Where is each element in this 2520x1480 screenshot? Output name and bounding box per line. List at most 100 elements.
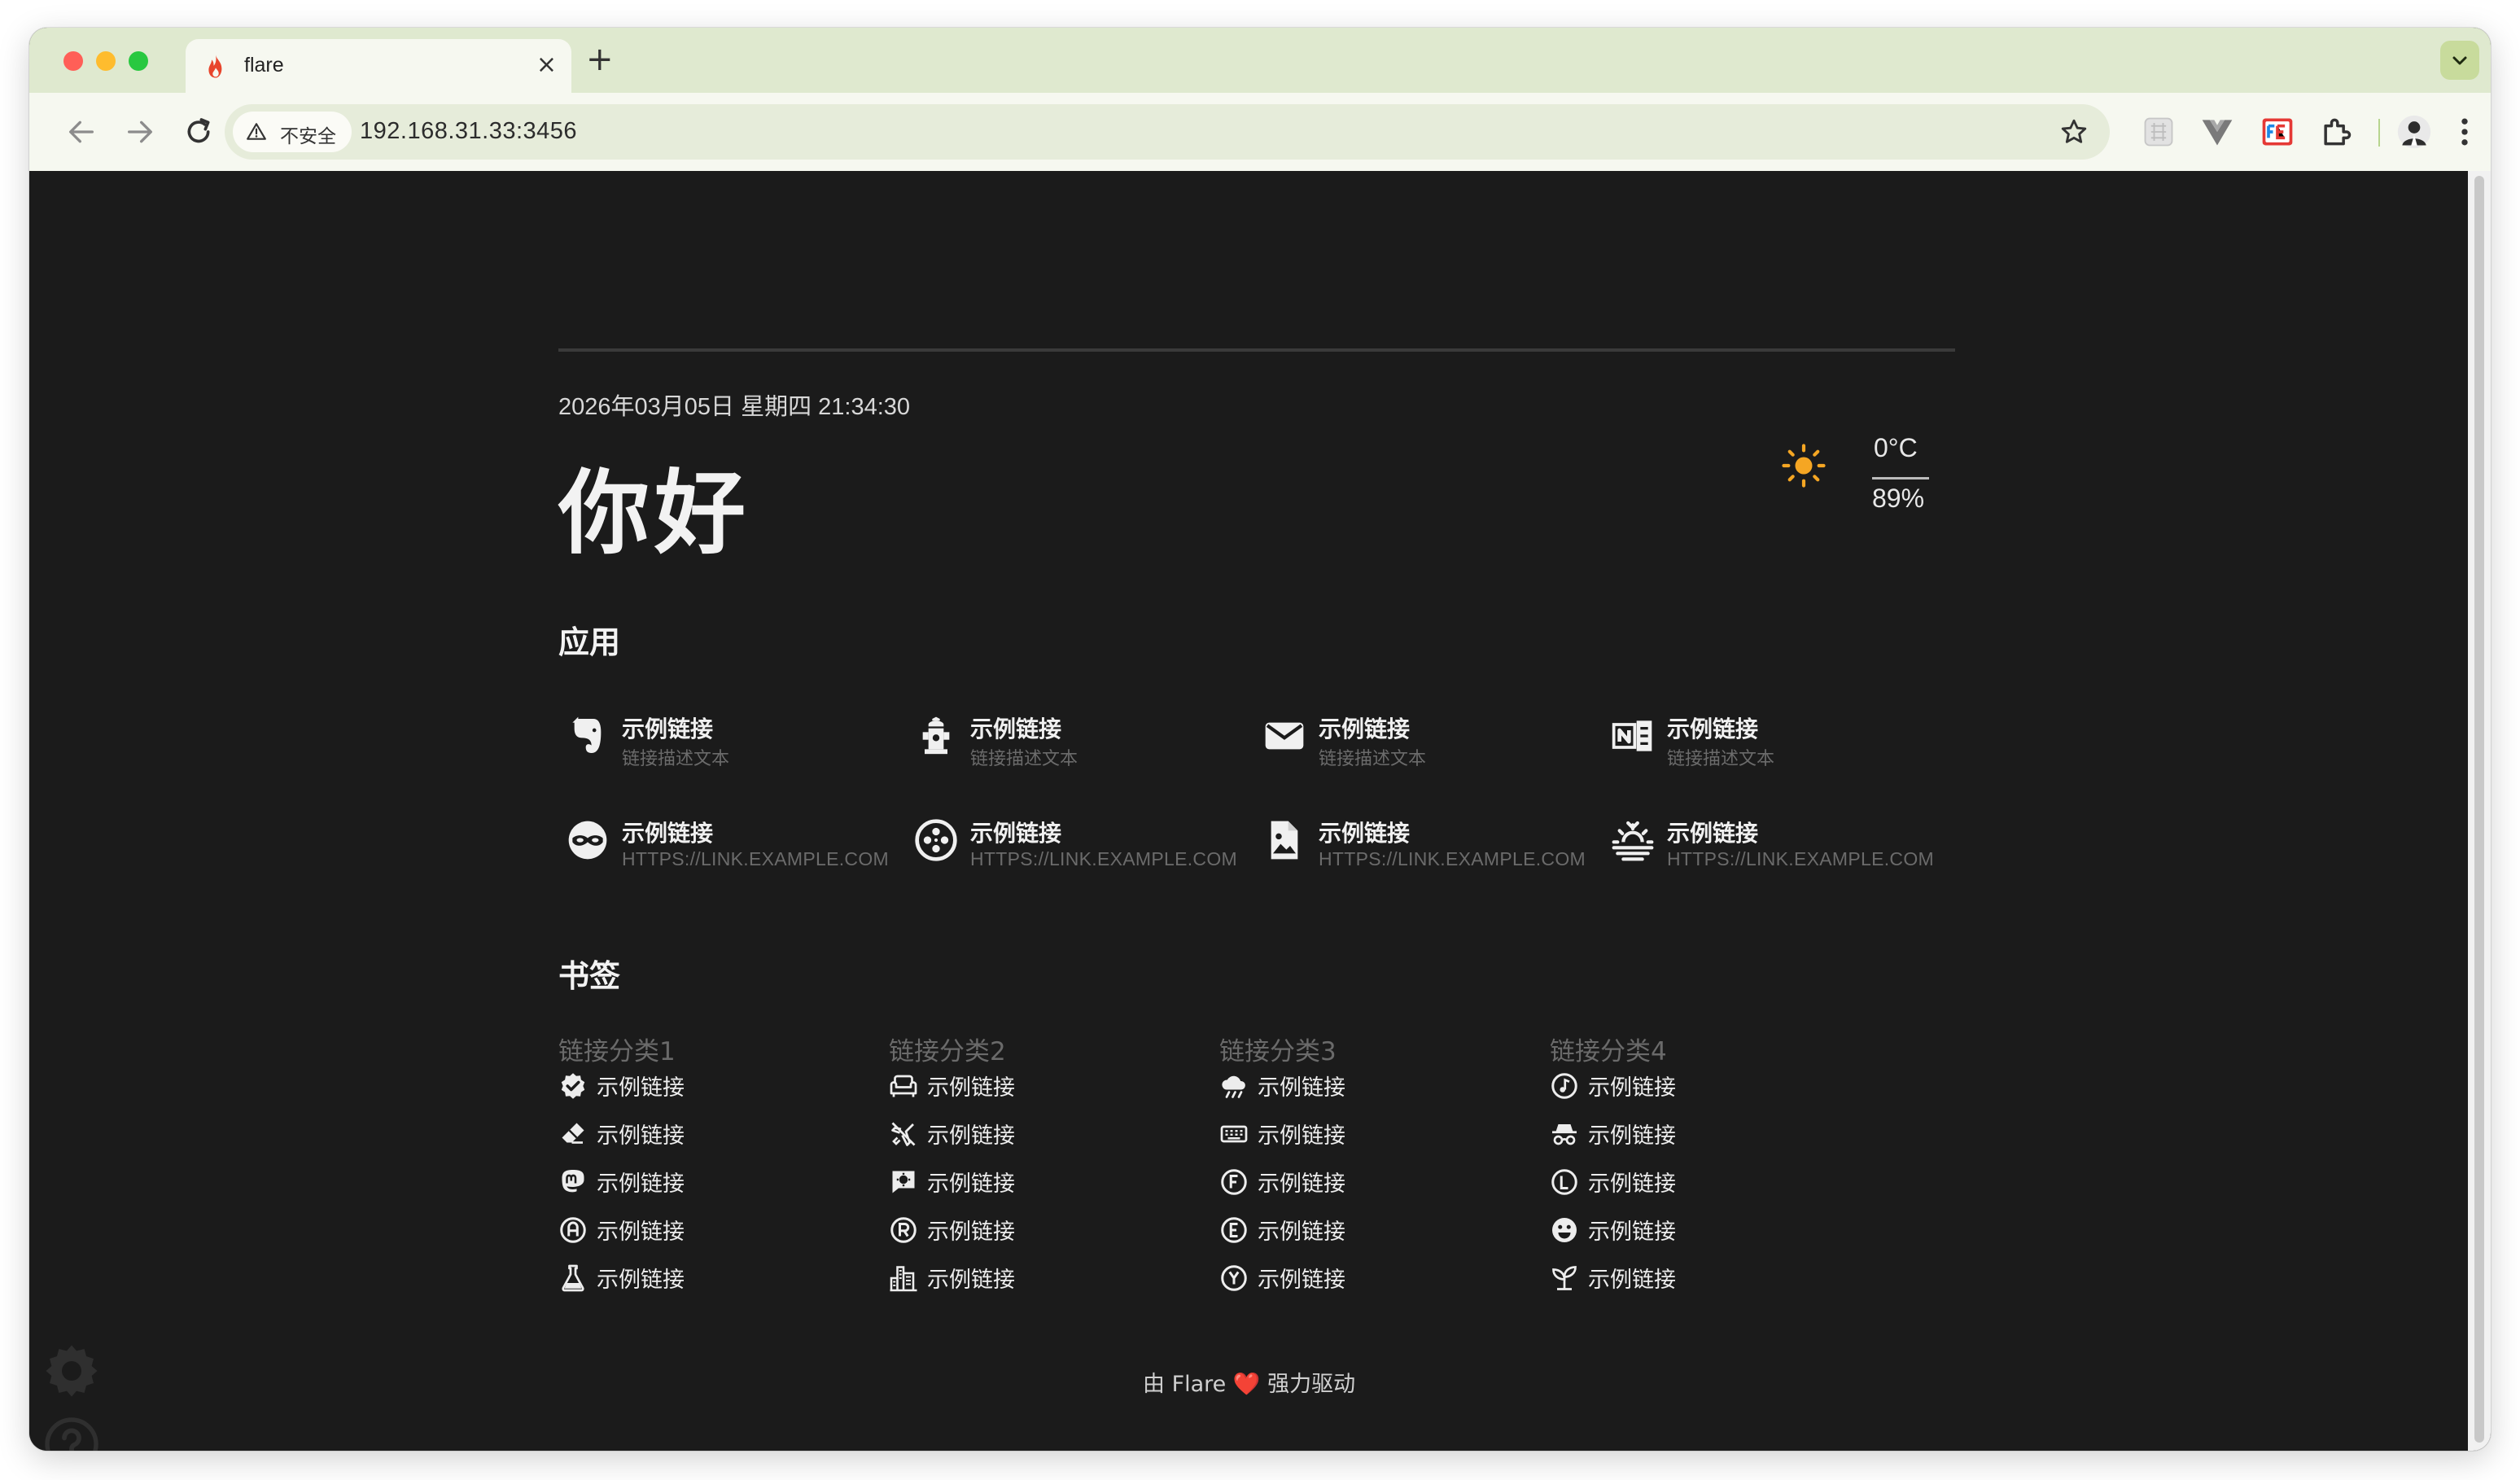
sun-icon (1782, 444, 1826, 488)
profile-avatar[interactable] (2396, 114, 2432, 150)
alpha-l-circle-icon (1551, 1169, 1577, 1195)
more-menu-icon[interactable] (2455, 114, 2474, 150)
bookmark-link[interactable]: 示例链接 (1550, 1116, 1867, 1164)
weather-divider (1872, 477, 1929, 479)
app-link[interactable]: 示例链接 链接描述文本 (1603, 712, 1945, 785)
app-link-desc: 链接描述文本 (1667, 749, 1775, 769)
app-link[interactable]: 示例链接 链接描述文本 (1255, 712, 1597, 785)
bookmark-link[interactable]: 示例链接 (1550, 1068, 1867, 1116)
vue-devtools-icon[interactable] (2199, 114, 2235, 150)
music-circle-icon (1551, 1073, 1577, 1099)
new-tab-button[interactable]: + (586, 39, 614, 80)
image-file-icon (1271, 821, 1298, 860)
tab-flare[interactable]: flare × (186, 39, 571, 93)
bookmarks-section-title: 书签 (558, 958, 621, 994)
emoticon-icon (1552, 1218, 1577, 1242)
bookmark-link[interactable]: 示例链接 (1219, 1164, 1537, 1212)
app-link[interactable]: 示例链接 HTTPS://LINK.EXAMPLE.COM (907, 816, 1249, 889)
bookmark-label: 示例链接 (1588, 1268, 1676, 1293)
tab-search-button[interactable] (2440, 41, 2479, 80)
app-link-name: 示例链接 (1667, 820, 1759, 847)
bookmark-link[interactable]: 示例链接 (889, 1164, 1206, 1212)
bookmark-category: 链接分类2 示例链接 示例链接 示例链接 示例链接 示例链接 (889, 1031, 1206, 1308)
bookmark-label: 示例链接 (1258, 1268, 1345, 1293)
tab-strip: flare × + (29, 28, 2491, 93)
bookmark-label: 示例链接 (597, 1075, 685, 1101)
app-link[interactable]: 示例链接 链接描述文本 (907, 712, 1249, 785)
bookmark-label: 示例链接 (597, 1123, 685, 1149)
maximize-window-button[interactable] (129, 51, 148, 71)
back-arrow-icon[interactable] (65, 116, 98, 148)
address-bar[interactable]: 不安全 192.168.31.33:3456 (225, 104, 2110, 160)
app-link-url: HTTPS://LINK.EXAMPLE.COM (970, 848, 1237, 869)
app-link-desc: 链接描述文本 (970, 749, 1078, 769)
bookmark-label: 示例链接 (597, 1268, 685, 1293)
bookmark-link[interactable]: 示例链接 (1550, 1260, 1867, 1308)
help-circle-icon[interactable] (42, 1415, 101, 1451)
bookmark-link[interactable]: 示例链接 (1550, 1164, 1867, 1212)
app-link[interactable]: 示例链接 HTTPS://LINK.EXAMPLE.COM (1255, 816, 1597, 889)
bookmark-label: 示例链接 (927, 1219, 1015, 1245)
bookmark-category-title: 链接分类3 (1219, 1037, 1337, 1066)
close-window-button[interactable] (63, 51, 83, 71)
forward-arrow-icon[interactable] (124, 116, 156, 148)
top-divider (558, 348, 1955, 352)
apps-section-title: 应用 (558, 624, 621, 660)
extension-grid-icon[interactable] (2141, 114, 2177, 150)
bookmark-link[interactable]: 示例链接 (1219, 1260, 1537, 1308)
bookmark-link[interactable]: 示例链接 (1219, 1068, 1537, 1116)
bookmark-link[interactable]: 示例链接 (558, 1260, 876, 1308)
bookmark-link[interactable]: 示例链接 (558, 1116, 876, 1164)
bookmark-link[interactable]: 示例链接 (1219, 1116, 1537, 1164)
eraser-icon (562, 1123, 584, 1144)
tab-close-button[interactable]: × (536, 50, 557, 80)
security-chip[interactable]: 不安全 (233, 112, 352, 152)
security-label: 不安全 (280, 126, 336, 147)
alpha-a-circle-icon (560, 1217, 586, 1243)
bookmark-label: 示例链接 (927, 1268, 1015, 1293)
bookmark-link[interactable]: 示例链接 (889, 1116, 1206, 1164)
scrollbar-thumb[interactable] (2474, 176, 2484, 1443)
footer: 由 Flare ❤️ 强力驱动 (1143, 1366, 1355, 1398)
app-link-url: HTTPS://LINK.EXAMPLE.COM (1319, 848, 1586, 869)
app-link-name: 示例链接 (1319, 716, 1411, 742)
footer-suffix: 强力驱动 (1267, 1372, 1356, 1397)
bookmark-label: 示例链接 (1588, 1171, 1676, 1197)
extensions-puzzle-icon[interactable] (2318, 114, 2354, 150)
bookmark-link[interactable]: 示例链接 (889, 1260, 1206, 1308)
weather-rainy-icon (1222, 1075, 1245, 1098)
footer-prefix[interactable]: 由 Flare (1143, 1372, 1226, 1397)
app-link[interactable]: 示例链接 HTTPS://LINK.EXAMPLE.COM (558, 816, 900, 889)
sofa-icon (890, 1075, 917, 1097)
minimize-window-button[interactable] (96, 51, 116, 71)
city-icon (890, 1266, 917, 1292)
bookmark-link[interactable]: 示例链接 (558, 1068, 876, 1116)
app-link-name: 示例链接 (622, 820, 714, 847)
onenote-icon (1612, 720, 1652, 751)
bookmark-link[interactable]: 示例链接 (889, 1068, 1206, 1116)
bookmark-star-icon[interactable] (2059, 117, 2089, 147)
app-link[interactable]: 示例链接 HTTPS://LINK.EXAMPLE.COM (1603, 816, 1945, 889)
bookmark-label: 示例链接 (597, 1219, 685, 1245)
reload-icon[interactable] (182, 116, 215, 148)
fire-hydrant-icon (922, 716, 950, 755)
settings-gear-icon[interactable] (42, 1342, 101, 1400)
bookmark-link[interactable]: 示例链接 (1219, 1212, 1537, 1260)
app-link-name: 示例链接 (1319, 820, 1411, 847)
bookmark-link[interactable]: 示例链接 (558, 1212, 876, 1260)
app-link[interactable]: 示例链接 链接描述文本 (558, 712, 900, 785)
warning-triangle-icon (247, 123, 266, 140)
bookmark-link[interactable]: 示例链接 (558, 1164, 876, 1212)
bookmark-link[interactable]: 示例链接 (889, 1212, 1206, 1260)
bookmark-label: 示例链接 (1588, 1075, 1676, 1101)
bookmark-category: 链接分类1 示例链接 示例链接 示例链接 示例链接 示例链接 (558, 1031, 876, 1308)
bookmark-label: 示例链接 (1588, 1219, 1676, 1245)
fe-helper-icon[interactable] (2260, 114, 2295, 150)
bookmark-category-title: 链接分类2 (889, 1037, 1006, 1066)
bookmark-link[interactable]: 示例链接 (1550, 1212, 1867, 1260)
app-link-desc: 链接描述文本 (622, 749, 730, 769)
vertical-scrollbar[interactable] (2468, 171, 2491, 1451)
keyboard-icon (1220, 1125, 1248, 1143)
url-text[interactable]: 192.168.31.33:3456 (360, 118, 577, 145)
flask-icon (562, 1264, 584, 1292)
